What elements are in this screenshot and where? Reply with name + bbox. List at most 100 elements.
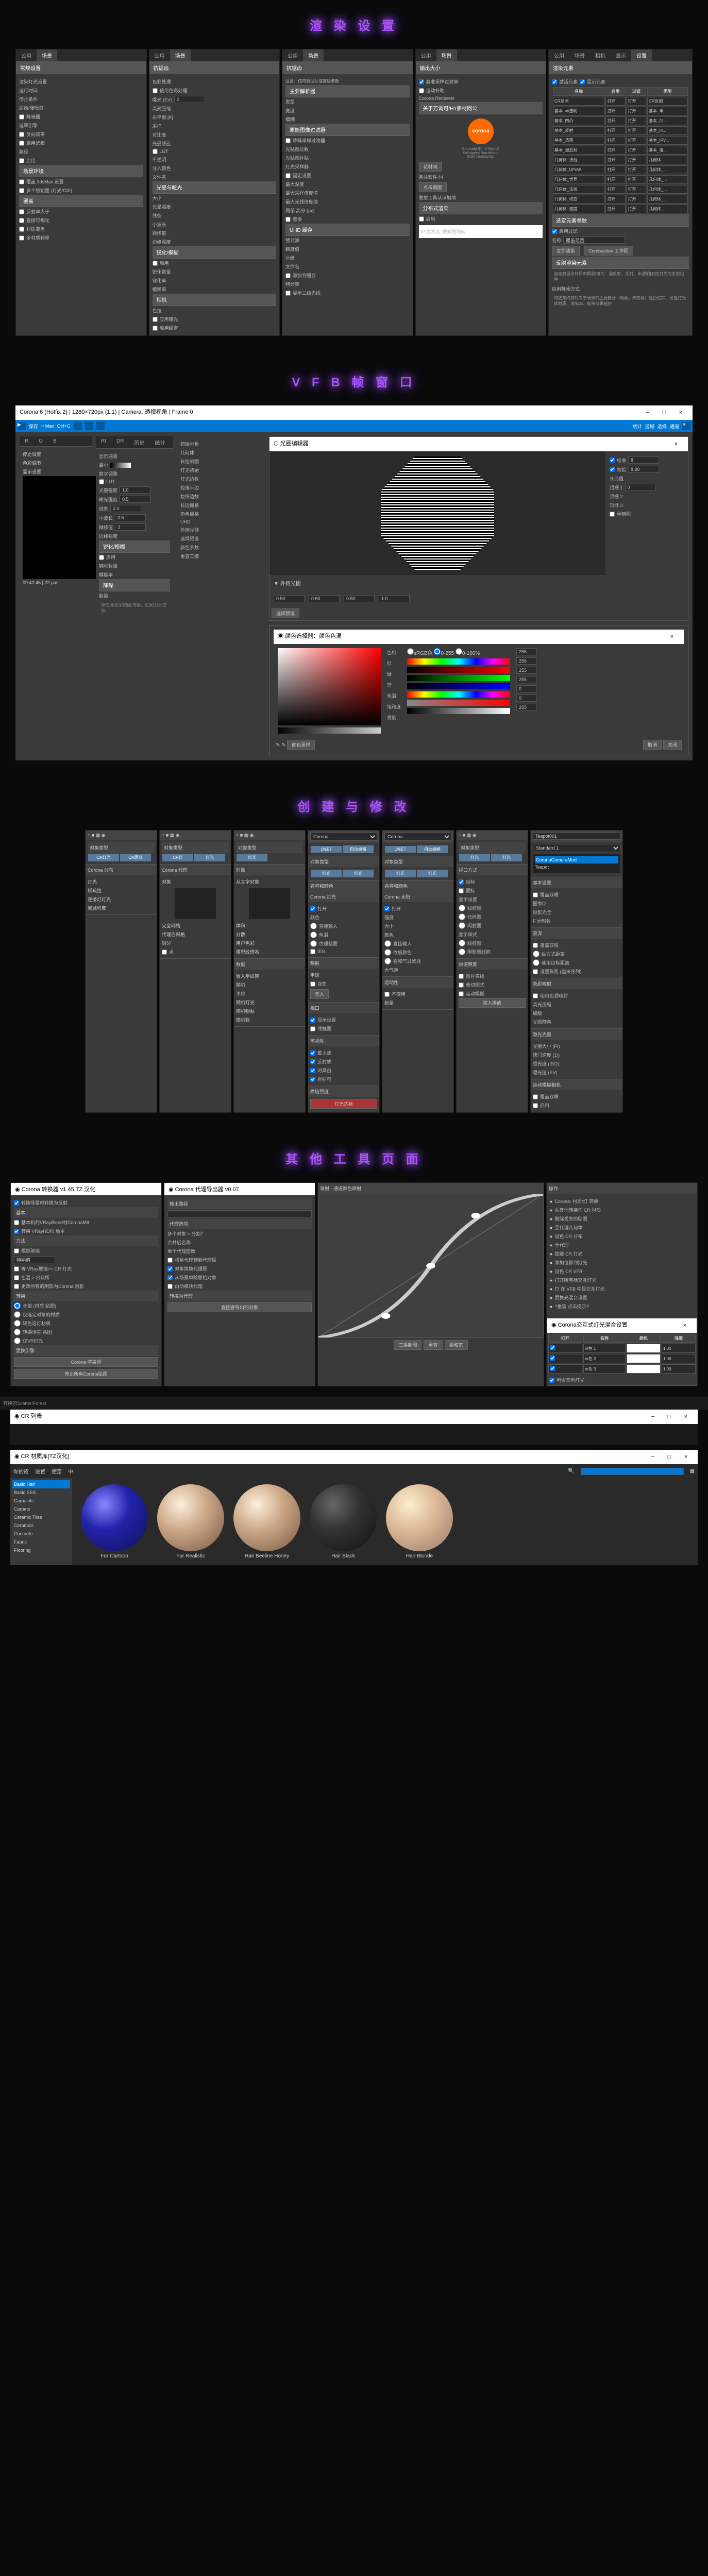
cb[interactable]: [550, 1355, 555, 1361]
r[interactable]: [459, 913, 465, 920]
in[interactable]: [628, 456, 659, 464]
t[interactable]: 场景: [170, 49, 191, 61]
t[interactable]: 显示: [611, 49, 631, 61]
cb[interactable]: [99, 479, 104, 484]
in[interactable]: [625, 484, 656, 491]
btn[interactable]: CR面灯: [120, 854, 151, 861]
t[interactable]: G: [33, 436, 48, 446]
t[interactable]: 历史: [129, 436, 149, 448]
mod-item[interactable]: Teapot: [535, 863, 618, 871]
in[interactable]: [14, 1256, 55, 1263]
tb-pick[interactable]: 选择: [658, 423, 667, 430]
mat-thumb[interactable]: Hair Blonde: [383, 1484, 456, 1559]
in[interactable]: [516, 657, 537, 665]
cb[interactable]: [310, 1059, 315, 1064]
btn[interactable]: Corona 渲染器: [14, 1357, 158, 1367]
t[interactable]: 公用: [549, 49, 569, 61]
l[interactable]: 打 在 VFB 中显交互灯光: [554, 1285, 604, 1292]
cb-all[interactable]: [19, 235, 24, 241]
r[interactable]: [459, 922, 465, 929]
tb-max[interactable]: = Max: [41, 423, 54, 429]
max-btn[interactable]: □: [662, 1452, 677, 1462]
cb[interactable]: [153, 317, 158, 322]
tb-channel[interactable]: 通道: [670, 423, 679, 430]
t[interactable]: 设置: [631, 49, 652, 61]
r[interactable]: [407, 648, 414, 655]
btn[interactable]: CR灯: [162, 854, 193, 861]
btn[interactable]: 直接要导出的对象: [167, 1302, 312, 1312]
table-row[interactable]: 几何体_速度打开打开几何体_...: [553, 205, 688, 213]
val-bar[interactable]: [407, 708, 510, 714]
cb[interactable]: [285, 273, 291, 278]
cb[interactable]: [459, 982, 464, 988]
close-btn[interactable]: ×: [668, 439, 684, 449]
cb[interactable]: [384, 992, 390, 997]
btn[interactable]: 灯光: [417, 870, 448, 877]
sat-bar[interactable]: [407, 700, 510, 706]
in[interactable]: [516, 685, 537, 692]
tab[interactable]: 使定: [52, 1467, 62, 1475]
hue-bar[interactable]: [407, 658, 510, 665]
r[interactable]: [434, 648, 441, 655]
cat-item[interactable]: Ceramic Tiles: [12, 1513, 70, 1521]
tab-common[interactable]: 公用: [16, 49, 37, 61]
cb[interactable]: [310, 1018, 315, 1023]
tb-stats[interactable]: 统计: [633, 423, 642, 430]
table-row[interactable]: 基本_漫反射打开打开基本_漫...: [553, 146, 688, 155]
tab[interactable]: 你的皮: [13, 1467, 29, 1475]
table-row[interactable]: 基本_反射打开打开基本_III...: [553, 126, 688, 135]
cb[interactable]: [167, 1266, 173, 1272]
in[interactable]: [120, 496, 150, 503]
cb-denoiser[interactable]: [19, 114, 24, 120]
r[interactable]: [384, 949, 391, 956]
in[interactable]: [309, 595, 340, 602]
btn[interactable]: 灯光: [194, 854, 225, 861]
cb[interactable]: [14, 1284, 19, 1289]
cb[interactable]: [550, 1345, 555, 1350]
r[interactable]: [14, 1302, 21, 1309]
l[interactable]: Corona: 材质/灯 转换: [554, 1198, 598, 1205]
cb-override[interactable]: [19, 179, 24, 184]
cb[interactable]: [310, 949, 315, 954]
in-name[interactable]: [563, 236, 625, 244]
l[interactable]: 更换光混合设置: [554, 1294, 587, 1301]
r[interactable]: [533, 959, 540, 966]
cb-show[interactable]: [580, 79, 585, 84]
cb[interactable]: [419, 88, 424, 93]
in[interactable]: [516, 648, 537, 655]
cat-item[interactable]: Ceramics: [12, 1521, 70, 1530]
t[interactable]: R: [20, 436, 33, 446]
t[interactable]: 相机: [590, 49, 611, 61]
b-bar[interactable]: [407, 683, 510, 689]
t[interactable]: 场景: [303, 49, 324, 61]
table-row[interactable]: 几何体_世界打开打开几何体_...: [553, 175, 688, 184]
tab[interactable]: 中: [68, 1467, 73, 1475]
color-gradient[interactable]: [278, 648, 381, 725]
tab[interactable]: 设置: [35, 1467, 45, 1475]
sel[interactable]: Corona: [384, 833, 451, 841]
btn-mat[interactable]: 花材网: [419, 162, 442, 172]
l[interactable]: ?重容 点击提示?: [554, 1303, 589, 1310]
r[interactable]: [14, 1311, 21, 1318]
cb[interactable]: [14, 1220, 19, 1225]
in[interactable]: [516, 694, 537, 702]
btn[interactable]: 1%E7: [385, 846, 416, 853]
table-row[interactable]: 几何体_切变打开打开几何体_...: [553, 195, 688, 204]
min-btn[interactable]: −: [645, 1452, 661, 1462]
cb[interactable]: [384, 906, 390, 911]
t[interactable]: RI: [96, 436, 111, 448]
close-btn[interactable]: ×: [673, 408, 688, 418]
cb[interactable]: [533, 1094, 538, 1099]
table-row[interactable]: 几何体_法线打开打开几何体_...: [553, 156, 688, 164]
cb[interactable]: [14, 1266, 19, 1272]
sel[interactable]: Standard 1: [533, 844, 620, 852]
btn[interactable]: 柔和宽: [445, 1340, 468, 1350]
in[interactable]: [379, 595, 410, 602]
in[interactable]: [174, 96, 205, 103]
cb[interactable]: [285, 217, 291, 222]
max-btn[interactable]: □: [656, 408, 672, 418]
mat-thumb[interactable]: Fur Cartoon: [78, 1484, 150, 1559]
r[interactable]: [384, 940, 391, 947]
min-btn[interactable]: −: [640, 408, 655, 418]
table-row[interactable]: CR反照打开打开CR反照: [553, 97, 688, 106]
